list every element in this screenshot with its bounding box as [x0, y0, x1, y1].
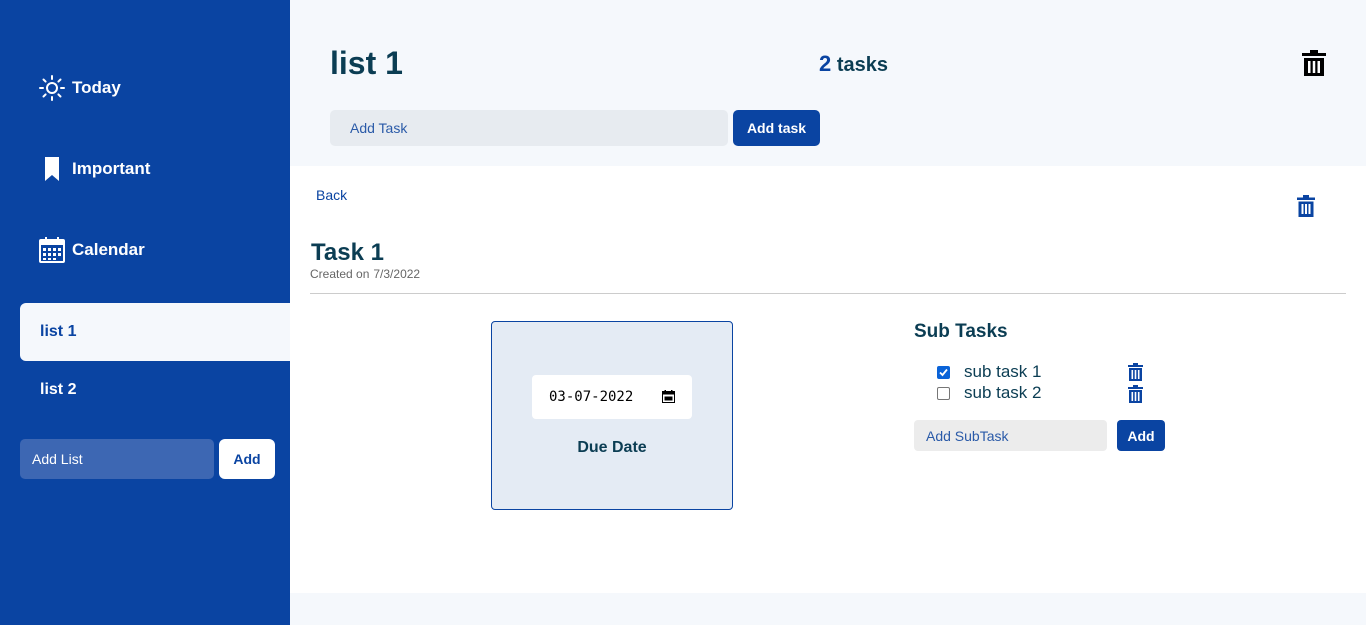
task-count: 2 tasks	[819, 51, 888, 77]
page-title: list 1	[330, 45, 403, 81]
add-subtask-input[interactable]	[914, 420, 1107, 451]
task-detail-panel: Back Task 1 Created on 7/3/2022 03-07-202…	[290, 166, 1366, 593]
add-subtask-button[interactable]: Add	[1117, 420, 1165, 451]
subtask-item: sub task 2	[937, 383, 1042, 403]
back-link[interactable]: Back	[316, 187, 347, 203]
calendar-picker-icon[interactable]	[662, 390, 675, 403]
delete-subtask-icon[interactable]	[1128, 363, 1143, 381]
due-date-label: Due Date	[577, 439, 647, 456]
delete-list-icon[interactable]	[1302, 50, 1326, 76]
bookmark-icon	[38, 155, 66, 183]
task-title: Task 1	[311, 239, 384, 266]
sidebar-list-label: list 1	[40, 323, 77, 340]
list-header: list 1 2 tasks Add task	[290, 0, 1366, 166]
subtask-checkbox[interactable]	[937, 365, 950, 379]
nav-calendar[interactable]: Calendar	[38, 236, 145, 264]
sidebar-list-1[interactable]: list 1	[20, 303, 290, 361]
sun-icon	[38, 74, 66, 102]
subtask-item: sub task 1	[937, 362, 1042, 382]
created-label: Created on	[310, 267, 370, 281]
sidebar-list-label: list 2	[40, 381, 77, 398]
subtask-label: sub task 1	[964, 362, 1042, 381]
sidebar-list-2[interactable]: list 2	[20, 361, 290, 419]
nav-calendar-label: Calendar	[72, 240, 145, 259]
nav-today[interactable]: Today	[38, 74, 121, 102]
nav-important-label: Important	[72, 159, 151, 178]
subtasks-title: Sub Tasks	[914, 321, 1008, 342]
subtask-checkbox[interactable]	[937, 386, 950, 400]
sidebar: Today Important Calendar list 1 list 2 A…	[0, 0, 290, 625]
subtask-label: sub task 2	[964, 383, 1042, 402]
due-date-card: 03-07-2022 Due Date	[491, 321, 733, 510]
add-list-button[interactable]: Add	[219, 439, 275, 479]
created-date: 7/3/2022	[373, 267, 421, 281]
footer-strip	[290, 593, 1366, 625]
add-task-input[interactable]	[330, 110, 728, 146]
delete-subtask-icon[interactable]	[1128, 385, 1143, 403]
due-date-input[interactable]: 03-07-2022	[532, 375, 692, 419]
delete-task-icon[interactable]	[1297, 195, 1315, 217]
task-count-number: 2	[819, 51, 832, 76]
add-task-button[interactable]: Add task	[733, 110, 820, 146]
calendar-icon	[38, 236, 66, 264]
due-date-value: 03-07-2022	[549, 389, 634, 405]
created-info: Created on 7/3/2022	[310, 267, 420, 281]
divider	[310, 293, 1346, 294]
add-list-input[interactable]	[20, 439, 214, 479]
task-count-suffix: tasks	[836, 54, 888, 76]
nav-today-label: Today	[72, 78, 121, 97]
nav-important[interactable]: Important	[38, 155, 150, 183]
